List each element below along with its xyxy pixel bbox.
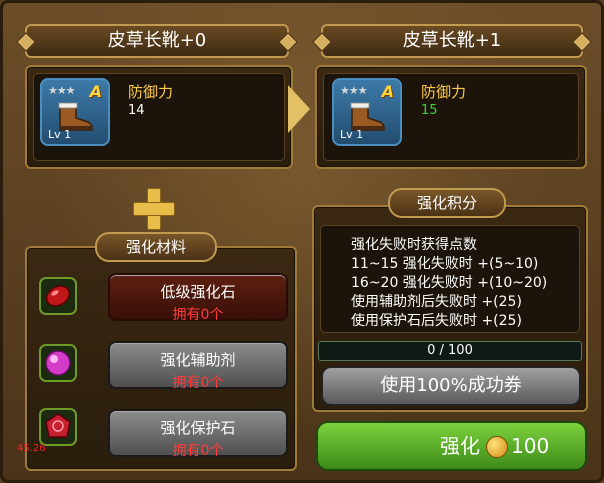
score-progress-text: 0 / 100 bbox=[427, 343, 473, 358]
score-info-box: 强化失败时获得点数 11~15 强化失败时 +(5~10) 16~20 强化失败… bbox=[320, 225, 580, 333]
enhance-window: 皮草长靴+0 ★★★ A Lv 1 防御力 14 皮草长靴+1 ★★★ A Lv… bbox=[0, 0, 604, 483]
material-count: 拥有0个 bbox=[172, 375, 224, 391]
material-name: 强化辅助剂 bbox=[160, 351, 236, 369]
score-title: 强化积分 bbox=[416, 194, 477, 212]
material-button-protect[interactable]: 强化保护石 拥有0个 bbox=[108, 409, 288, 459]
right-stat-label: 防御力 bbox=[421, 83, 467, 101]
item-level: Lv 1 bbox=[340, 128, 364, 141]
enhance-button[interactable]: 强化 100 bbox=[316, 421, 587, 471]
red-rose-stone-icon bbox=[45, 413, 71, 438]
right-item-slot[interactable]: ★★★ A Lv 1 bbox=[332, 78, 402, 146]
item-level: Lv 1 bbox=[48, 128, 72, 141]
score-line-1: 强化失败时获得点数 bbox=[351, 237, 477, 253]
material-name: 强化保护石 bbox=[160, 419, 236, 437]
banner-ornament-left bbox=[312, 32, 332, 52]
grade-stars-icon: ★★★ bbox=[340, 84, 368, 97]
left-stat-value: 14 bbox=[128, 103, 145, 118]
banner-ornament-right bbox=[278, 32, 298, 52]
score-line-5: 使用保护石后失败时 +(25) bbox=[351, 313, 522, 329]
grade-badge: A bbox=[89, 82, 102, 101]
right-item-title-banner: 皮草长靴+1 bbox=[312, 24, 592, 58]
left-item-title: 皮草长靴+0 bbox=[107, 30, 207, 51]
use-success-ticket-button[interactable]: 使用100%成功券 bbox=[321, 366, 581, 406]
material-button-low-stone[interactable]: 低级强化石 拥有0个 bbox=[108, 273, 288, 323]
grade-stars-icon: ★★★ bbox=[48, 84, 76, 97]
material-button-assist[interactable]: 强化辅助剂 拥有0个 bbox=[108, 341, 288, 391]
corner-readout: 45.26 bbox=[17, 443, 46, 454]
left-item-slot[interactable]: ★★★ A Lv 1 bbox=[40, 78, 110, 146]
materials-title: 强化材料 bbox=[125, 238, 186, 256]
upgrade-arrow-icon bbox=[288, 85, 310, 133]
material-count: 拥有0个 bbox=[172, 307, 224, 323]
plus-icon bbox=[133, 188, 175, 230]
left-stat-label: 防御力 bbox=[128, 83, 174, 101]
enhance-button-label: 强化 bbox=[440, 434, 480, 458]
pink-orb-icon bbox=[45, 350, 71, 376]
score-line-4: 使用辅助剂后失败时 +(25) bbox=[351, 294, 522, 310]
material-count: 拥有0个 bbox=[172, 443, 224, 459]
material-slot-1[interactable] bbox=[39, 277, 77, 315]
score-progress-bar: 0 / 100 bbox=[318, 341, 582, 361]
right-stat-value: 15 bbox=[421, 103, 438, 118]
gold-coin-icon bbox=[486, 436, 508, 458]
banner-ornament-left bbox=[16, 32, 36, 52]
left-item-title-banner: 皮草长靴+0 bbox=[16, 24, 298, 58]
enhance-cost: 100 bbox=[511, 434, 550, 458]
score-line-3: 16~20 强化失败时 +(10~20) bbox=[351, 275, 548, 291]
score-title-banner: 强化积分 bbox=[388, 188, 506, 218]
red-gem-icon bbox=[45, 285, 71, 307]
material-slot-2[interactable] bbox=[39, 344, 77, 382]
material-slot-3[interactable] bbox=[39, 408, 77, 446]
right-item-title: 皮草长靴+1 bbox=[402, 30, 502, 51]
score-line-2: 11~15 强化失败时 +(5~10) bbox=[351, 256, 539, 272]
material-name: 低级强化石 bbox=[160, 283, 236, 301]
materials-title-banner: 强化材料 bbox=[95, 232, 217, 262]
banner-ornament-right bbox=[572, 32, 592, 52]
grade-badge: A bbox=[381, 82, 394, 101]
